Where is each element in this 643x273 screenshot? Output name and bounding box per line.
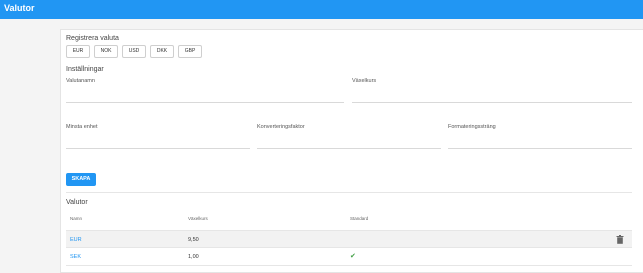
currency-button-nok[interactable]: NOK	[94, 45, 118, 58]
table-row[interactable]: EUR 9,50	[66, 230, 632, 248]
currency-card: Registrera valuta EUR NOK USD DKK GBP In…	[60, 29, 643, 273]
conversion-factor-label: Konverteringsfaktor	[257, 124, 305, 130]
currency-button-dkk[interactable]: DKK	[150, 45, 174, 58]
currency-name-link[interactable]: SEK	[70, 254, 81, 260]
min-unit-input[interactable]	[66, 148, 250, 149]
settings-title: Inställningar	[66, 66, 104, 73]
currency-button-gbp[interactable]: GBP	[178, 45, 202, 58]
create-button[interactable]: SKAPA	[66, 173, 96, 186]
currency-name-input[interactable]	[66, 102, 344, 103]
format-string-input[interactable]	[448, 148, 632, 149]
page-title: Valutor	[4, 3, 35, 13]
min-unit-label: Minsta enhet	[66, 124, 98, 130]
column-header-standard: Standard	[350, 216, 369, 221]
currencies-title: Valutor	[66, 199, 88, 206]
exchange-rate-input[interactable]	[352, 102, 632, 103]
column-header-rate: Växelkurs	[188, 216, 208, 221]
currency-name-label: Valutanamn	[66, 78, 95, 84]
checkmark-icon: ✔	[350, 253, 356, 260]
table-row[interactable]: SEK 1,00 ✔	[66, 248, 632, 266]
currency-button-eur[interactable]: EUR	[66, 45, 90, 58]
conversion-factor-input[interactable]	[257, 148, 441, 149]
currency-rate: 9,50	[188, 237, 199, 243]
format-string-label: Formateringssträng	[448, 124, 496, 130]
column-header-name: Namn	[70, 216, 83, 221]
app-header: Valutor	[0, 0, 643, 19]
trash-icon[interactable]	[616, 235, 624, 244]
register-title: Registrera valuta	[66, 35, 119, 42]
section-divider	[66, 192, 632, 193]
currency-button-usd[interactable]: USD	[122, 45, 146, 58]
currency-rate: 1,00	[188, 254, 199, 260]
exchange-rate-label: Växelkurs	[352, 78, 377, 84]
currency-name-link[interactable]: EUR	[70, 237, 82, 243]
